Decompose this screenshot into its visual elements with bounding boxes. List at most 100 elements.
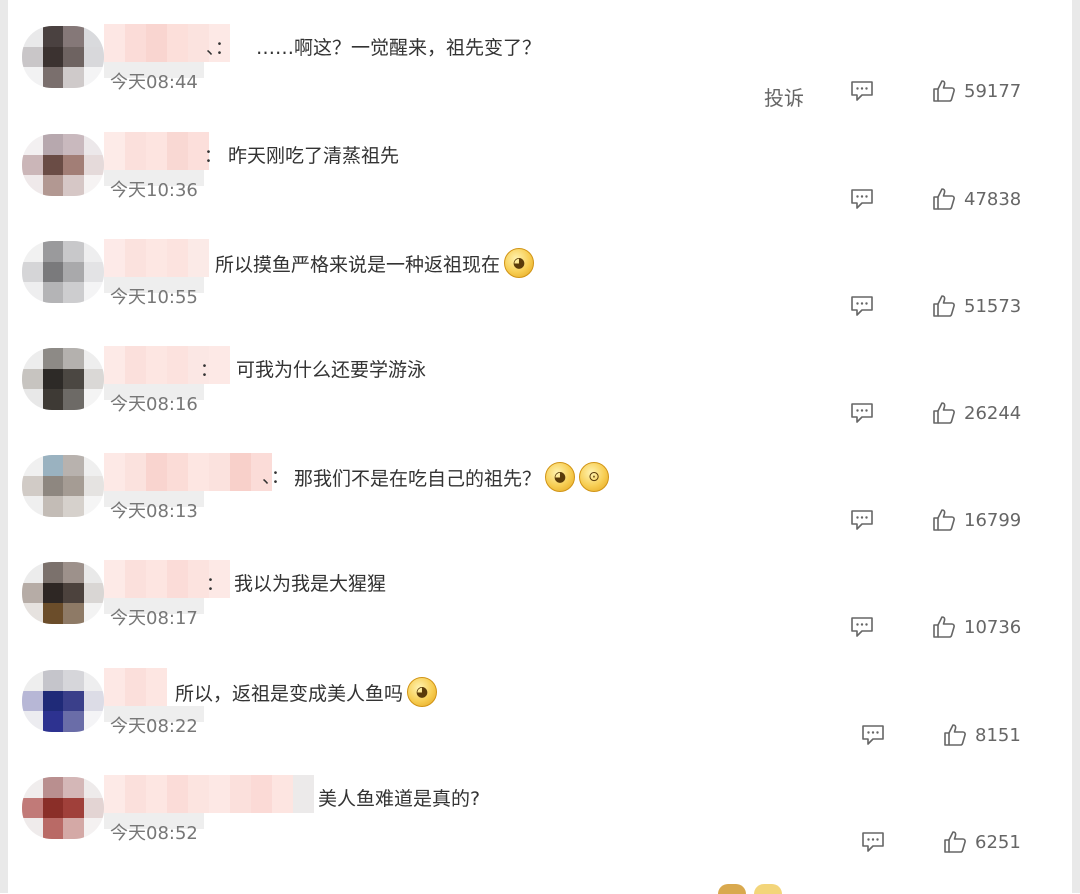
comment-item: 所以摸鱼严格来说是一种返祖现在 ◕ 今天10:55 51573 bbox=[0, 219, 1080, 326]
reply-icon[interactable] bbox=[850, 80, 874, 102]
like-thumb-icon[interactable] bbox=[943, 830, 967, 854]
avatar-pixel bbox=[22, 26, 43, 47]
comment-username[interactable] bbox=[104, 239, 209, 277]
avatar-pixel bbox=[63, 711, 84, 732]
like-thumb-icon[interactable] bbox=[943, 723, 967, 747]
avatar-pixel bbox=[63, 670, 84, 691]
comment-text: 可我为什么还要学游泳 bbox=[236, 355, 426, 382]
avatar-pixel bbox=[22, 154, 43, 176]
avatar-pixel bbox=[42, 797, 63, 819]
avatar-pixel bbox=[42, 777, 63, 798]
avatar-pixel bbox=[63, 389, 84, 410]
avatar-pixel bbox=[63, 46, 84, 68]
like-thumb-icon[interactable] bbox=[932, 401, 956, 425]
username-pixel bbox=[146, 775, 167, 813]
like-thumb-icon[interactable] bbox=[932, 79, 956, 103]
reply-icon[interactable] bbox=[850, 188, 874, 210]
like-thumb-icon[interactable] bbox=[932, 508, 956, 532]
username-pixel bbox=[125, 239, 146, 277]
avatar-pixel bbox=[83, 797, 104, 819]
username-pixel bbox=[209, 775, 230, 813]
avatar-pixel bbox=[63, 261, 84, 283]
avatar-pixel bbox=[83, 603, 104, 624]
reply-icon[interactable] bbox=[861, 724, 885, 746]
reply-icon[interactable] bbox=[850, 616, 874, 638]
avatar[interactable] bbox=[22, 241, 104, 303]
doge-emoji-icon: ◕ bbox=[545, 462, 576, 492]
avatar[interactable] bbox=[22, 348, 104, 410]
avatar[interactable] bbox=[22, 562, 104, 624]
avatar-pixel bbox=[42, 348, 63, 369]
comment-time: 今天10:55 bbox=[110, 287, 198, 308]
comment-time: 今天08:22 bbox=[110, 716, 198, 737]
avatar[interactable] bbox=[22, 26, 104, 88]
comment-text: 我以为我是大猩猩 bbox=[234, 569, 386, 596]
avatar[interactable] bbox=[22, 134, 104, 196]
avatar-pixel bbox=[63, 455, 84, 476]
username-pixel bbox=[251, 775, 272, 813]
username-pixel bbox=[146, 453, 167, 491]
comment-username[interactable] bbox=[104, 668, 167, 706]
avatar-pixel bbox=[83, 711, 104, 732]
avatar-pixel bbox=[22, 134, 43, 155]
avatar-pixel bbox=[63, 282, 84, 303]
avatar-pixel bbox=[83, 389, 104, 410]
reply-icon[interactable] bbox=[861, 831, 885, 853]
avatar-pixel bbox=[22, 261, 43, 283]
username-pixel bbox=[125, 453, 146, 491]
avatar-pixel bbox=[42, 134, 63, 155]
comment-item: ： 可我为什么还要学游泳 今天08:16 26244 bbox=[0, 326, 1080, 433]
username-pixel bbox=[188, 239, 209, 277]
avatar-pixel bbox=[22, 46, 43, 68]
comment-username[interactable] bbox=[104, 453, 272, 491]
avatar-pixel bbox=[63, 690, 84, 712]
avatar-pixel bbox=[63, 496, 84, 517]
avatar[interactable] bbox=[22, 777, 104, 839]
like-thumb-icon[interactable] bbox=[932, 187, 956, 211]
reply-icon[interactable] bbox=[850, 509, 874, 531]
avatar-pixel bbox=[42, 241, 63, 262]
shocked-emoji-icon: ⊙ bbox=[579, 462, 610, 492]
avatar-pixel bbox=[22, 67, 43, 88]
username-pixel bbox=[167, 24, 188, 62]
username-pixel bbox=[293, 775, 314, 813]
username-pixel bbox=[167, 346, 188, 384]
avatar-pixel bbox=[63, 797, 84, 819]
avatar-pixel bbox=[63, 134, 84, 155]
comment-time: 今天08:16 bbox=[110, 394, 198, 415]
reply-icon[interactable] bbox=[850, 295, 874, 317]
avatar-pixel bbox=[63, 26, 84, 47]
avatar-pixel bbox=[83, 368, 104, 390]
avatar-pixel bbox=[83, 818, 104, 839]
username-pixel bbox=[104, 132, 125, 170]
avatar-pixel bbox=[63, 603, 84, 624]
comment-item: 所以，返祖是变成美人鱼吗 ◕ 今天08:22 8151 bbox=[0, 648, 1080, 755]
username-pixel bbox=[146, 668, 167, 706]
comment-time: 今天10:36 bbox=[110, 180, 198, 201]
comment-item: 美人鱼难道是真的? 今天08:52 6251 bbox=[0, 755, 1080, 862]
like-thumb-icon[interactable] bbox=[932, 294, 956, 318]
username-pixel bbox=[146, 346, 167, 384]
avatar-pixel bbox=[22, 818, 43, 839]
report-button[interactable]: 投诉 bbox=[764, 82, 804, 111]
comment-username[interactable] bbox=[104, 775, 314, 813]
username-pixel bbox=[104, 24, 125, 62]
comment-text: 那我们不是在吃自己的祖先？ ◕ ⊙ bbox=[294, 462, 610, 492]
avatar[interactable] bbox=[22, 455, 104, 517]
avatar-pixel bbox=[42, 670, 63, 691]
comment-text: 所以，返祖是变成美人鱼吗 ◕ bbox=[175, 677, 438, 707]
username-pixel bbox=[125, 560, 146, 598]
name-separator: ： bbox=[204, 146, 222, 167]
comment-username[interactable] bbox=[104, 132, 209, 170]
avatar-pixel bbox=[83, 777, 104, 798]
avatar-pixel bbox=[83, 67, 104, 88]
avatar-pixel bbox=[83, 475, 104, 497]
avatar-pixel bbox=[83, 348, 104, 369]
reply-icon[interactable] bbox=[850, 402, 874, 424]
avatar-pixel bbox=[83, 670, 104, 691]
like-thumb-icon[interactable] bbox=[932, 615, 956, 639]
avatar[interactable] bbox=[22, 670, 104, 732]
avatar-pixel bbox=[63, 241, 84, 262]
comment-item: ： 我以为我是大猩猩 今天08:17 10736 bbox=[0, 540, 1080, 647]
username-pixel bbox=[125, 668, 146, 706]
